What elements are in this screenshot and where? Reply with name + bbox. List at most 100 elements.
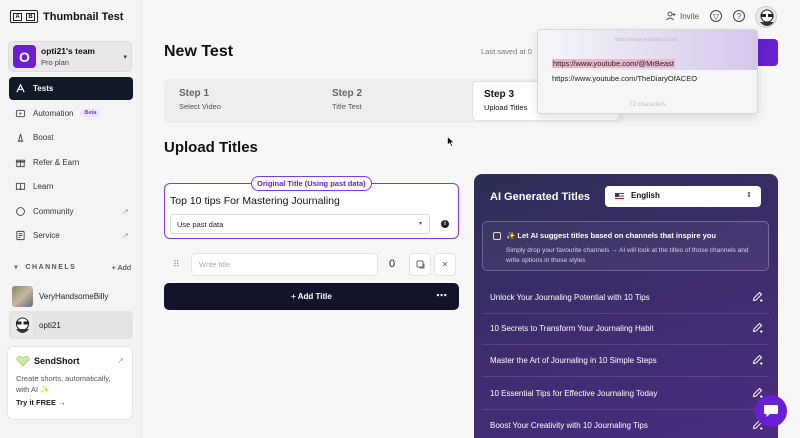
last-saved-text: Last saved at 0 bbox=[481, 47, 532, 56]
promo-cta[interactable]: Try it FREE → bbox=[16, 398, 124, 407]
chat-support-button[interactable] bbox=[755, 395, 787, 427]
dropdown-option[interactable]: https://www.youtube.com/TheDiaryOfACEO bbox=[552, 74, 697, 83]
team-switcher[interactable]: O opti21's team Pro plan ▾ bbox=[8, 41, 132, 72]
sidebar-item-tests[interactable]: Tests bbox=[9, 77, 133, 100]
language-select[interactable]: English ⇕ bbox=[605, 186, 761, 207]
chat-icon bbox=[15, 206, 26, 217]
ai-title-text: Unlock Your Journaling Potential with 10… bbox=[490, 292, 650, 302]
ai-title-item[interactable]: 10 Essential Tips for Effective Journali… bbox=[490, 384, 765, 402]
chevron-updown-icon: ⇕ bbox=[746, 192, 752, 199]
channel-thumbnail bbox=[12, 314, 33, 336]
sidebar-item-automation[interactable]: Automation Beta bbox=[9, 102, 133, 125]
remove-title-button[interactable]: ✕ bbox=[434, 253, 456, 276]
logo-letter-a: A bbox=[13, 12, 22, 21]
user-plus-icon bbox=[666, 11, 676, 21]
automation-icon bbox=[15, 108, 26, 119]
gift-icon bbox=[15, 157, 26, 168]
promo-name: SendShort bbox=[34, 356, 80, 366]
chevron-down-icon: ▾ bbox=[123, 53, 127, 61]
caret-down-icon[interactable]: ▼ bbox=[13, 265, 20, 271]
channel-name: opti21 bbox=[39, 320, 61, 330]
page-title: New Test bbox=[164, 43, 234, 60]
team-name: opti21's team bbox=[41, 46, 95, 56]
sidebar-item-label: Boost bbox=[33, 133, 54, 142]
sidebar-item-label: Learn bbox=[33, 182, 54, 191]
sidebar-item-service[interactable]: Service ↗ bbox=[9, 224, 133, 247]
step-2[interactable]: Step 2 Title Test bbox=[317, 79, 467, 123]
suggest-label: ✨ Let AI suggest titles based on channel… bbox=[506, 231, 716, 240]
suggest-checkbox[interactable] bbox=[493, 232, 501, 240]
logo-letter-b: B bbox=[26, 12, 35, 21]
edit-add-icon[interactable] bbox=[752, 354, 763, 365]
edit-add-icon[interactable] bbox=[752, 291, 763, 302]
sidebar-item-boost[interactable]: Boost bbox=[9, 126, 133, 149]
external-link-icon: ↗ bbox=[122, 231, 129, 240]
app-brand[interactable]: A B Thumbnail Test bbox=[10, 10, 123, 23]
invite-label: Invite bbox=[680, 11, 700, 21]
ai-title-item[interactable]: Unlock Your Journaling Potential with 10… bbox=[490, 288, 765, 306]
sidebar-item-label: Community bbox=[33, 206, 74, 216]
past-data-select[interactable]: Use past data ▾ bbox=[170, 214, 430, 234]
sidebar-item-community[interactable]: Community ↗ bbox=[9, 200, 133, 223]
ai-suggest-option[interactable]: ✨ Let AI suggest titles based on channel… bbox=[482, 221, 769, 271]
copy-icon bbox=[416, 260, 424, 269]
past-data-value: Use past data bbox=[177, 220, 224, 229]
app-logo: A B bbox=[10, 10, 38, 23]
edit-add-icon[interactable] bbox=[752, 387, 763, 398]
tests-icon bbox=[15, 83, 26, 94]
sidebar-item-learn[interactable]: Learn bbox=[9, 175, 133, 198]
sidebar: A B Thumbnail Test O opti21's team Pro p… bbox=[0, 0, 142, 438]
ai-title-item[interactable]: Boost Your Creativity with 10 Journaling… bbox=[490, 416, 765, 434]
step-1[interactable]: Step 1 Select Video bbox=[164, 79, 314, 123]
char-count: 0 bbox=[389, 258, 396, 270]
add-title-label: + Add Title bbox=[291, 292, 332, 301]
title-row: ⠿ Write title 0 ✕ bbox=[164, 252, 459, 277]
drag-handle-icon[interactable]: ⠿ bbox=[173, 259, 180, 270]
step-label: Select Video bbox=[179, 102, 221, 111]
external-link-icon: ↗ bbox=[117, 356, 124, 365]
add-title-button[interactable]: + Add Title ⋯ bbox=[164, 283, 459, 310]
user-avatar[interactable] bbox=[755, 6, 777, 28]
original-title-text: Top 10 tips For Mastering Journaling bbox=[170, 195, 340, 207]
invite-button[interactable]: Invite bbox=[666, 11, 699, 21]
channels-header: ▼ CHANNELS + Add bbox=[13, 263, 131, 272]
more-options-icon[interactable]: ⋯ bbox=[436, 289, 448, 302]
sidebar-item-refer[interactable]: Refer & Earn bbox=[9, 151, 133, 174]
original-title-card: Original Title (Using past data) Top 10 … bbox=[164, 176, 459, 239]
channel-name: VeryHandsomeBilly bbox=[39, 291, 109, 301]
chat-bubble-icon bbox=[764, 405, 778, 417]
divider bbox=[482, 344, 769, 345]
suggest-description: Simply drop your favourite channels → AI… bbox=[506, 247, 749, 264]
team-plan: Pro plan bbox=[41, 58, 69, 67]
diamond-icon[interactable]: ▽ bbox=[710, 10, 722, 22]
edit-add-icon[interactable] bbox=[752, 322, 763, 333]
title-input[interactable]: Write title bbox=[191, 253, 378, 276]
info-icon[interactable]: i bbox=[441, 220, 449, 228]
language-value: English bbox=[631, 191, 660, 200]
channels-title: CHANNELS bbox=[25, 264, 77, 271]
sidebar-nav: Tests Automation Beta Boost Refer & Earn… bbox=[9, 77, 133, 249]
app-name: Thumbnail Test bbox=[43, 10, 124, 23]
sidebar-item-label: Service bbox=[33, 231, 60, 240]
channel-thumbnail bbox=[12, 285, 33, 307]
sendshort-promo[interactable]: SendShort ↗ Create shorts, automatically… bbox=[7, 346, 133, 420]
divider bbox=[482, 409, 769, 410]
step-label: Title Test bbox=[332, 102, 362, 111]
channel-item[interactable]: opti21 bbox=[9, 311, 133, 339]
divider bbox=[482, 376, 769, 377]
dropdown-count: 72 characters bbox=[629, 102, 666, 108]
dropdown-faded-text: https://www.youtube.com/... bbox=[613, 37, 682, 43]
sidebar-item-label: Automation bbox=[33, 108, 74, 118]
help-icon[interactable]: ? bbox=[733, 10, 745, 22]
ai-title-item[interactable]: 10 Secrets to Transform Your Journaling … bbox=[490, 319, 765, 337]
original-title-badge: Original Title (Using past data) bbox=[251, 176, 372, 191]
add-channel-button[interactable]: + Add bbox=[112, 263, 131, 272]
dropdown-option[interactable]: https://www.youtube.com/@MrBeast bbox=[552, 59, 675, 68]
ai-title-item[interactable]: Master the Art of Journaling in 10 Simpl… bbox=[490, 351, 765, 369]
thumbnail-button[interactable] bbox=[409, 253, 431, 276]
section-title: Upload Titles bbox=[164, 139, 258, 156]
step-number: Step 1 bbox=[179, 88, 210, 99]
boost-icon bbox=[15, 132, 26, 143]
promo-text: Create shorts, automatically, with AI ✨ bbox=[16, 374, 111, 394]
channel-item[interactable]: VeryHandsomeBilly bbox=[9, 282, 133, 310]
